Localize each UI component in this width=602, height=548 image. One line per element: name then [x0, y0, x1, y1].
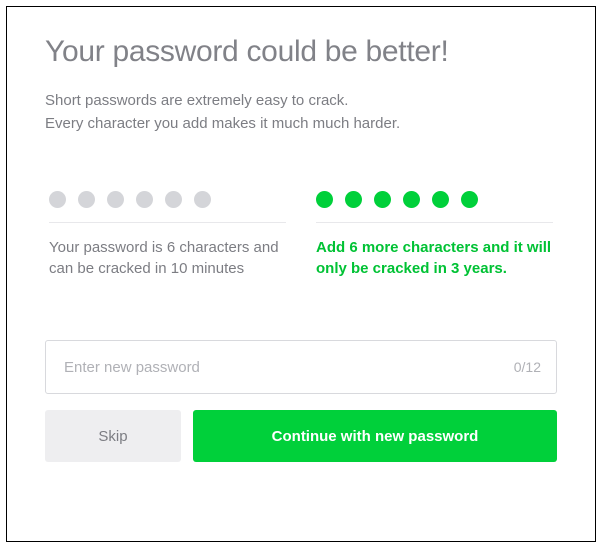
dot-icon	[345, 191, 362, 208]
dot-icon	[374, 191, 391, 208]
dot-icon	[136, 191, 153, 208]
new-password-input[interactable]	[45, 340, 557, 394]
dot-icon	[316, 191, 333, 208]
dot-icon	[432, 191, 449, 208]
password-input-wrapper: 0/12	[45, 340, 557, 394]
dot-icon	[194, 191, 211, 208]
dialog: Your password could be better! Short pas…	[6, 6, 596, 542]
continue-button[interactable]: Continue with new password	[193, 410, 557, 462]
description: Short passwords are extremely easy to cr…	[45, 89, 557, 136]
divider	[49, 222, 286, 223]
skip-button[interactable]: Skip	[45, 410, 181, 462]
weak-dots	[45, 184, 290, 216]
divider	[316, 222, 553, 223]
button-row: Skip Continue with new password	[45, 410, 557, 462]
character-counter: 0/12	[514, 359, 541, 375]
dot-icon	[49, 191, 66, 208]
dot-icon	[107, 191, 124, 208]
strong-dots	[312, 184, 557, 216]
strength-weak-column: Your password is 6 characters and can be…	[45, 184, 290, 281]
page-title: Your password could be better!	[45, 35, 557, 69]
weak-strength-text: Your password is 6 characters and can be…	[45, 237, 290, 281]
dot-icon	[461, 191, 478, 208]
description-line-1: Short passwords are extremely easy to cr…	[45, 92, 348, 109]
strong-strength-text: Add 6 more characters and it will only b…	[312, 237, 557, 281]
dot-icon	[78, 191, 95, 208]
dot-icon	[403, 191, 420, 208]
strength-comparison: Your password is 6 characters and can be…	[45, 184, 557, 281]
strength-strong-column: Add 6 more characters and it will only b…	[312, 184, 557, 281]
description-line-2: Every character you add makes it much mu…	[45, 115, 400, 132]
dot-icon	[165, 191, 182, 208]
